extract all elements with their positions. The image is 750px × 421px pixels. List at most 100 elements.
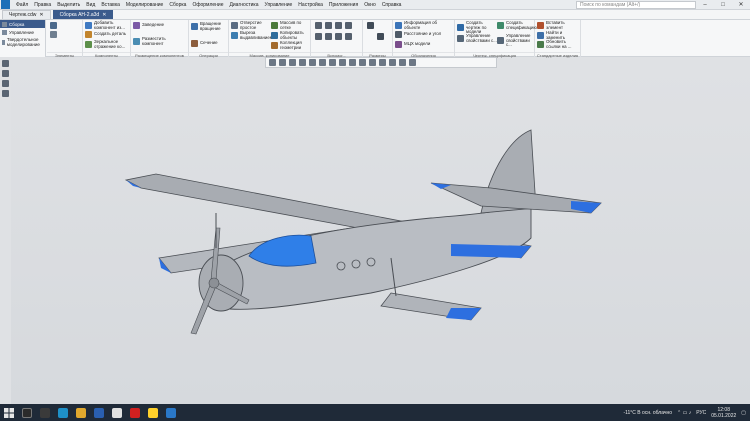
pin-icon[interactable]	[409, 59, 416, 66]
place-component-icon	[133, 38, 140, 46]
add-component-button[interactable]: Добавить компонент из...	[85, 20, 131, 30]
store-icon[interactable]	[112, 407, 122, 418]
grid-array-button[interactable]: Массив по сетке	[271, 20, 311, 30]
copy-objects-button[interactable]: Копировать объекты	[271, 30, 311, 40]
close-icon[interactable]: ✕	[39, 12, 43, 18]
menu-modeling[interactable]: Моделирование	[123, 2, 166, 8]
filter-icon[interactable]	[399, 59, 406, 66]
mirror-component-button[interactable]: Зеркальное отражение ко...	[85, 39, 131, 49]
geometry-collection-button[interactable]: Коллекция геометрии	[271, 40, 311, 50]
cursor-tool-icon[interactable]	[2, 70, 9, 77]
tree-item-solid-modeling[interactable]: Твердотельное моделирование	[0, 36, 45, 48]
aux-tool-2[interactable]	[325, 22, 332, 29]
edge-icon[interactable]	[58, 407, 68, 418]
shading-icon[interactable]	[329, 59, 336, 66]
menu-management[interactable]: Управление	[262, 2, 296, 8]
notifications-icon[interactable]: ▢	[741, 410, 746, 416]
tool-icon	[315, 33, 322, 40]
close-icon[interactable]: ✕	[102, 12, 106, 18]
weather-widget[interactable]: -11°C В осн. облачно	[623, 410, 672, 416]
ribbon-group-dimensions: Размеры	[363, 20, 393, 58]
command-search-input[interactable]: Поиск по командам (Alt+/)	[576, 1, 696, 9]
ribbon-group-standard-parts: Вставить элемент Найти и заменить Обнови…	[535, 20, 581, 58]
snap-tool-icon[interactable]	[2, 80, 9, 87]
extrude-cut-button[interactable]: Выреза выдавливанием	[231, 30, 273, 40]
insert-element-button[interactable]: Вставить элемент	[537, 20, 581, 30]
filter-tool-icon[interactable]	[2, 60, 9, 67]
aux-tool-1[interactable]	[315, 22, 322, 29]
menu-edit[interactable]: Правка	[31, 2, 54, 8]
menu-help[interactable]: Справка	[379, 2, 405, 8]
elements-tool[interactable]	[50, 22, 57, 29]
rotate-view-icon[interactable]	[299, 59, 306, 66]
section-button[interactable]: Сечение	[191, 40, 229, 47]
create-part-button[interactable]: Создать деталь	[85, 31, 131, 38]
display-mode-icon[interactable]	[319, 59, 326, 66]
orientation-icon[interactable]	[309, 59, 316, 66]
task-view-icon[interactable]	[40, 407, 50, 418]
place-component-button[interactable]: Разместить компонент	[133, 36, 187, 46]
aux-tool-8[interactable]	[345, 33, 352, 40]
tab-assembly[interactable]: Сборка АН-2.a3d ✕	[52, 10, 114, 19]
menu-view[interactable]: Вид	[83, 2, 98, 8]
kompas-icon[interactable]	[166, 407, 176, 418]
manage-properties-2-button[interactable]: Управление свойствами с...	[497, 33, 535, 48]
windows-icon	[4, 407, 14, 418]
update-links-button[interactable]: Обновить ссылки на ...	[537, 39, 581, 49]
start-button[interactable]	[0, 404, 18, 421]
distance-angle-button[interactable]: Расстояние и угол	[395, 31, 453, 38]
section-view-icon[interactable]	[349, 59, 356, 66]
search-icon[interactable]	[22, 407, 32, 418]
menu-file[interactable]: Файл	[13, 2, 31, 8]
dimension-tool-2[interactable]	[377, 33, 384, 40]
rotate-button[interactable]: Вращение вращение	[191, 21, 229, 31]
aux-tool-6[interactable]	[325, 33, 332, 40]
zoom-icon[interactable]	[269, 59, 276, 66]
menu-settings[interactable]: Настройка	[295, 2, 326, 8]
aux-tool-4[interactable]	[345, 22, 352, 29]
menu-select[interactable]: Выделить	[54, 2, 83, 8]
menu-assembly[interactable]: Сборка	[166, 2, 189, 8]
copy-view-icon[interactable]	[379, 59, 386, 66]
hole-button[interactable]: Отверстие простое	[231, 20, 269, 30]
explorer-icon[interactable]	[76, 407, 86, 418]
zoom-window-icon[interactable]	[279, 59, 286, 66]
pan-icon[interactable]	[289, 59, 296, 66]
elements-tool-2[interactable]	[50, 31, 57, 38]
menu-window[interactable]: Окно	[361, 2, 379, 8]
aux-tool-5[interactable]	[315, 33, 322, 40]
tab-drawing[interactable]: Чертеж.cdw ✕	[2, 10, 51, 19]
dimension-tool[interactable]	[367, 22, 374, 29]
perspective-icon[interactable]	[339, 59, 346, 66]
insert-icon	[537, 22, 544, 30]
yandex-icon[interactable]	[148, 407, 158, 418]
tray-icons[interactable]: ⌃ ▭ ♪	[677, 410, 691, 416]
mass-properties-button[interactable]: МЦХ модели	[395, 41, 453, 48]
manage-properties-button[interactable]: Управление свойствами с...	[457, 33, 497, 43]
create-spec-button[interactable]: Создать спецификацию	[497, 20, 537, 30]
object-info-button[interactable]: Информация об объекте	[395, 20, 453, 30]
layers-icon[interactable]	[369, 59, 376, 66]
tree-item-management[interactable]: Управление	[0, 28, 45, 36]
aux-tool-3[interactable]	[335, 22, 342, 29]
hide-icon[interactable]	[359, 59, 366, 66]
model-viewport[interactable]	[11, 68, 750, 421]
language-indicator[interactable]: РУС	[696, 410, 706, 416]
menu-tool-icon[interactable]	[2, 90, 9, 97]
close-button[interactable]: ✕	[732, 0, 750, 10]
opera-icon[interactable]	[130, 407, 140, 418]
update-icon	[537, 41, 544, 49]
maximize-button[interactable]: □	[714, 0, 732, 10]
menu-design[interactable]: Оформление	[189, 2, 226, 8]
tree-item-assembly[interactable]: Сборка	[0, 20, 45, 28]
aux-tool-7[interactable]	[335, 33, 342, 40]
menu-diagnostics[interactable]: Диагностика	[227, 2, 262, 8]
print-icon[interactable]	[389, 59, 396, 66]
menu-insert[interactable]: Вставка	[98, 2, 123, 8]
dimension-icon	[367, 22, 374, 29]
menu-apps[interactable]: Приложения	[326, 2, 361, 8]
minimize-button[interactable]: –	[696, 0, 714, 10]
placement-button[interactable]: Заведение	[133, 22, 187, 29]
clock[interactable]: 12:08 05.01.2022	[711, 407, 736, 419]
word-icon[interactable]	[94, 407, 104, 418]
